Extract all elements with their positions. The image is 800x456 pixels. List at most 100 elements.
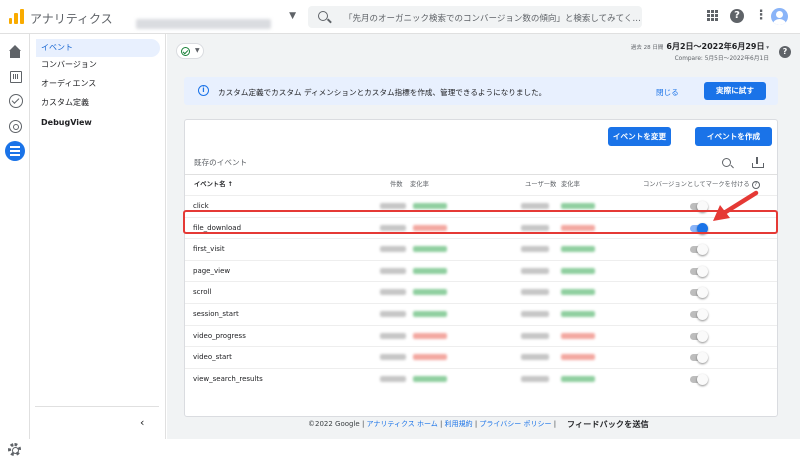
table-row[interactable]: video_start bbox=[185, 346, 777, 368]
column-header-users[interactable]: ユーザー数 bbox=[525, 179, 556, 188]
column-header-count-change[interactable]: 変化率 bbox=[410, 179, 429, 188]
apps-icon[interactable] bbox=[706, 9, 720, 23]
conversion-toggle[interactable] bbox=[690, 287, 708, 299]
subnav-item-audiences[interactable]: オーディエンス bbox=[36, 75, 160, 93]
configure-icon[interactable] bbox=[5, 141, 25, 161]
divider bbox=[185, 174, 777, 175]
column-header-event-name[interactable]: イベント名 ↑ bbox=[194, 179, 233, 188]
count-change-redacted bbox=[413, 203, 447, 209]
count-change-redacted bbox=[413, 289, 447, 296]
users-value-redacted bbox=[521, 311, 549, 317]
help-icon[interactable]: ? bbox=[751, 181, 760, 189]
home-icon[interactable] bbox=[7, 44, 23, 60]
event-name[interactable]: video_progress bbox=[193, 332, 246, 340]
footer-link-analytics-home[interactable]: アナリティクス ホーム bbox=[367, 420, 438, 428]
footer-separator: | bbox=[359, 420, 367, 428]
column-header-count[interactable]: 件数 bbox=[390, 179, 403, 188]
count-change-redacted bbox=[413, 267, 447, 274]
property-selector[interactable]: ▼ bbox=[136, 10, 296, 29]
count-change-redacted bbox=[413, 311, 447, 317]
table-row[interactable]: video_progress bbox=[185, 324, 777, 347]
date-range-picker[interactable]: 過去 28 日間 6月2日～2022年6月29日 ▾ Compare: 5月5日～… bbox=[631, 41, 769, 62]
banner-close-button[interactable]: 閉じる bbox=[656, 87, 679, 98]
search-bar[interactable]: 「先月のオーガニック検索でのコンバージョン数の傾向」と検索してみてく… bbox=[308, 6, 642, 28]
table-row[interactable]: session_start bbox=[185, 303, 777, 325]
toggle-knob bbox=[697, 330, 708, 342]
footer-link-terms[interactable]: 利用規約 bbox=[445, 420, 473, 428]
chevron-down-icon: ▼ bbox=[289, 11, 296, 21]
footer-link-privacy[interactable]: プライバシー ポリシー bbox=[479, 420, 551, 428]
download-icon[interactable] bbox=[752, 157, 764, 168]
table-row[interactable]: view_search_results bbox=[185, 367, 777, 390]
help-icon[interactable]: ? bbox=[730, 9, 744, 23]
table-row[interactable]: first_visit bbox=[185, 238, 777, 260]
explore-icon[interactable] bbox=[7, 92, 23, 108]
count-value-redacted bbox=[380, 246, 406, 253]
event-name[interactable]: session_start bbox=[193, 310, 239, 318]
events-card: イベントを変更 イベントを作成 既存のイベント イベント名 ↑ 件数 変化率 ユ… bbox=[184, 119, 778, 417]
event-name[interactable]: video_start bbox=[193, 353, 232, 361]
count-value-redacted bbox=[380, 375, 406, 382]
logo-icon[interactable] bbox=[9, 9, 24, 24]
conversion-toggle[interactable] bbox=[690, 330, 708, 342]
column-header-users-change[interactable]: 変化率 bbox=[561, 179, 580, 188]
users-value-redacted bbox=[521, 267, 549, 274]
date-range-prefix: 過去 28 日間 bbox=[630, 45, 664, 51]
help-icon[interactable]: ? bbox=[779, 46, 791, 58]
conversion-header-label: コンバージョンとしてマークを付ける bbox=[643, 181, 750, 188]
event-name[interactable]: view_search_results bbox=[193, 375, 263, 383]
card-title: 既存のイベント bbox=[194, 158, 248, 167]
date-range-value: 6月2日～2022年6月29日 bbox=[666, 42, 765, 51]
users-value-redacted bbox=[521, 354, 549, 361]
subnav-item-debugview[interactable]: DebugView bbox=[36, 114, 160, 132]
count-value-redacted bbox=[380, 311, 406, 317]
event-name[interactable]: page_view bbox=[193, 267, 230, 275]
reports-icon[interactable] bbox=[7, 68, 23, 84]
send-feedback-button[interactable]: フィードバックを送信 bbox=[567, 419, 649, 430]
banner-try-button[interactable]: 実際に試す bbox=[704, 82, 766, 100]
more-vert-icon[interactable]: ⋮ bbox=[754, 9, 768, 23]
compare-range: Compare: 5月5日～2022年6月1日 bbox=[674, 56, 769, 62]
users-change-redacted bbox=[561, 246, 595, 253]
count-change-redacted bbox=[413, 332, 447, 339]
users-value-redacted bbox=[521, 289, 549, 296]
avatar[interactable] bbox=[771, 8, 788, 25]
conversion-toggle[interactable] bbox=[690, 373, 708, 385]
configure-subnav: イベント コンバージョン オーディエンス カスタム定義 DebugView ‹ bbox=[30, 34, 166, 439]
footer-separator: | bbox=[437, 420, 445, 428]
conversion-toggle[interactable] bbox=[690, 352, 708, 364]
modify-event-button[interactable]: イベントを変更 bbox=[608, 127, 671, 146]
search-icon[interactable] bbox=[722, 158, 731, 167]
banner-message: カスタム定義でカスタム ディメンションとカスタム指標を作成、管理できるようになり… bbox=[218, 88, 547, 97]
column-header-conversion[interactable]: コンバージョンとしてマークを付ける ? bbox=[643, 179, 760, 189]
count-change-redacted bbox=[413, 354, 447, 361]
table-row[interactable]: page_view bbox=[185, 259, 777, 282]
property-name-redacted bbox=[136, 19, 271, 29]
data-status-chip[interactable]: ▼ bbox=[176, 43, 204, 59]
info-icon: i bbox=[198, 85, 209, 96]
info-banner: i カスタム定義でカスタム ディメンションとカスタム指標を作成、管理できるように… bbox=[184, 77, 778, 105]
conversion-toggle[interactable] bbox=[690, 265, 708, 277]
subnav-item-events[interactable]: イベント bbox=[36, 39, 160, 57]
table-row[interactable]: scroll bbox=[185, 281, 777, 303]
app-name[interactable]: アナリティクス bbox=[30, 10, 113, 27]
users-change-redacted bbox=[561, 354, 595, 361]
users-change-redacted bbox=[561, 267, 595, 274]
conversion-toggle[interactable] bbox=[690, 244, 708, 256]
subnav-item-conversions[interactable]: コンバージョン bbox=[36, 56, 160, 74]
main-content: ▼ 過去 28 日間 6月2日～2022年6月29日 ▾ Compare: 5月5… bbox=[167, 34, 800, 439]
advertising-icon[interactable] bbox=[7, 118, 23, 134]
subnav-item-custom-definitions[interactable]: カスタム定義 bbox=[36, 94, 160, 112]
conversion-toggle[interactable] bbox=[690, 309, 708, 320]
toggle-knob bbox=[697, 265, 708, 277]
footer: ©2022 Google | アナリティクス ホーム | 利用規約 | プライバ… bbox=[308, 419, 556, 429]
event-name[interactable]: scroll bbox=[193, 288, 211, 296]
create-event-button[interactable]: イベントを作成 bbox=[695, 127, 772, 146]
check-icon bbox=[181, 47, 190, 56]
settings-icon[interactable] bbox=[8, 443, 21, 456]
event-name[interactable]: first_visit bbox=[193, 245, 225, 253]
count-value-redacted bbox=[380, 267, 406, 274]
collapse-nav-button[interactable]: ‹ bbox=[140, 416, 144, 429]
count-change-redacted bbox=[413, 246, 447, 253]
event-name[interactable]: click bbox=[193, 202, 209, 210]
